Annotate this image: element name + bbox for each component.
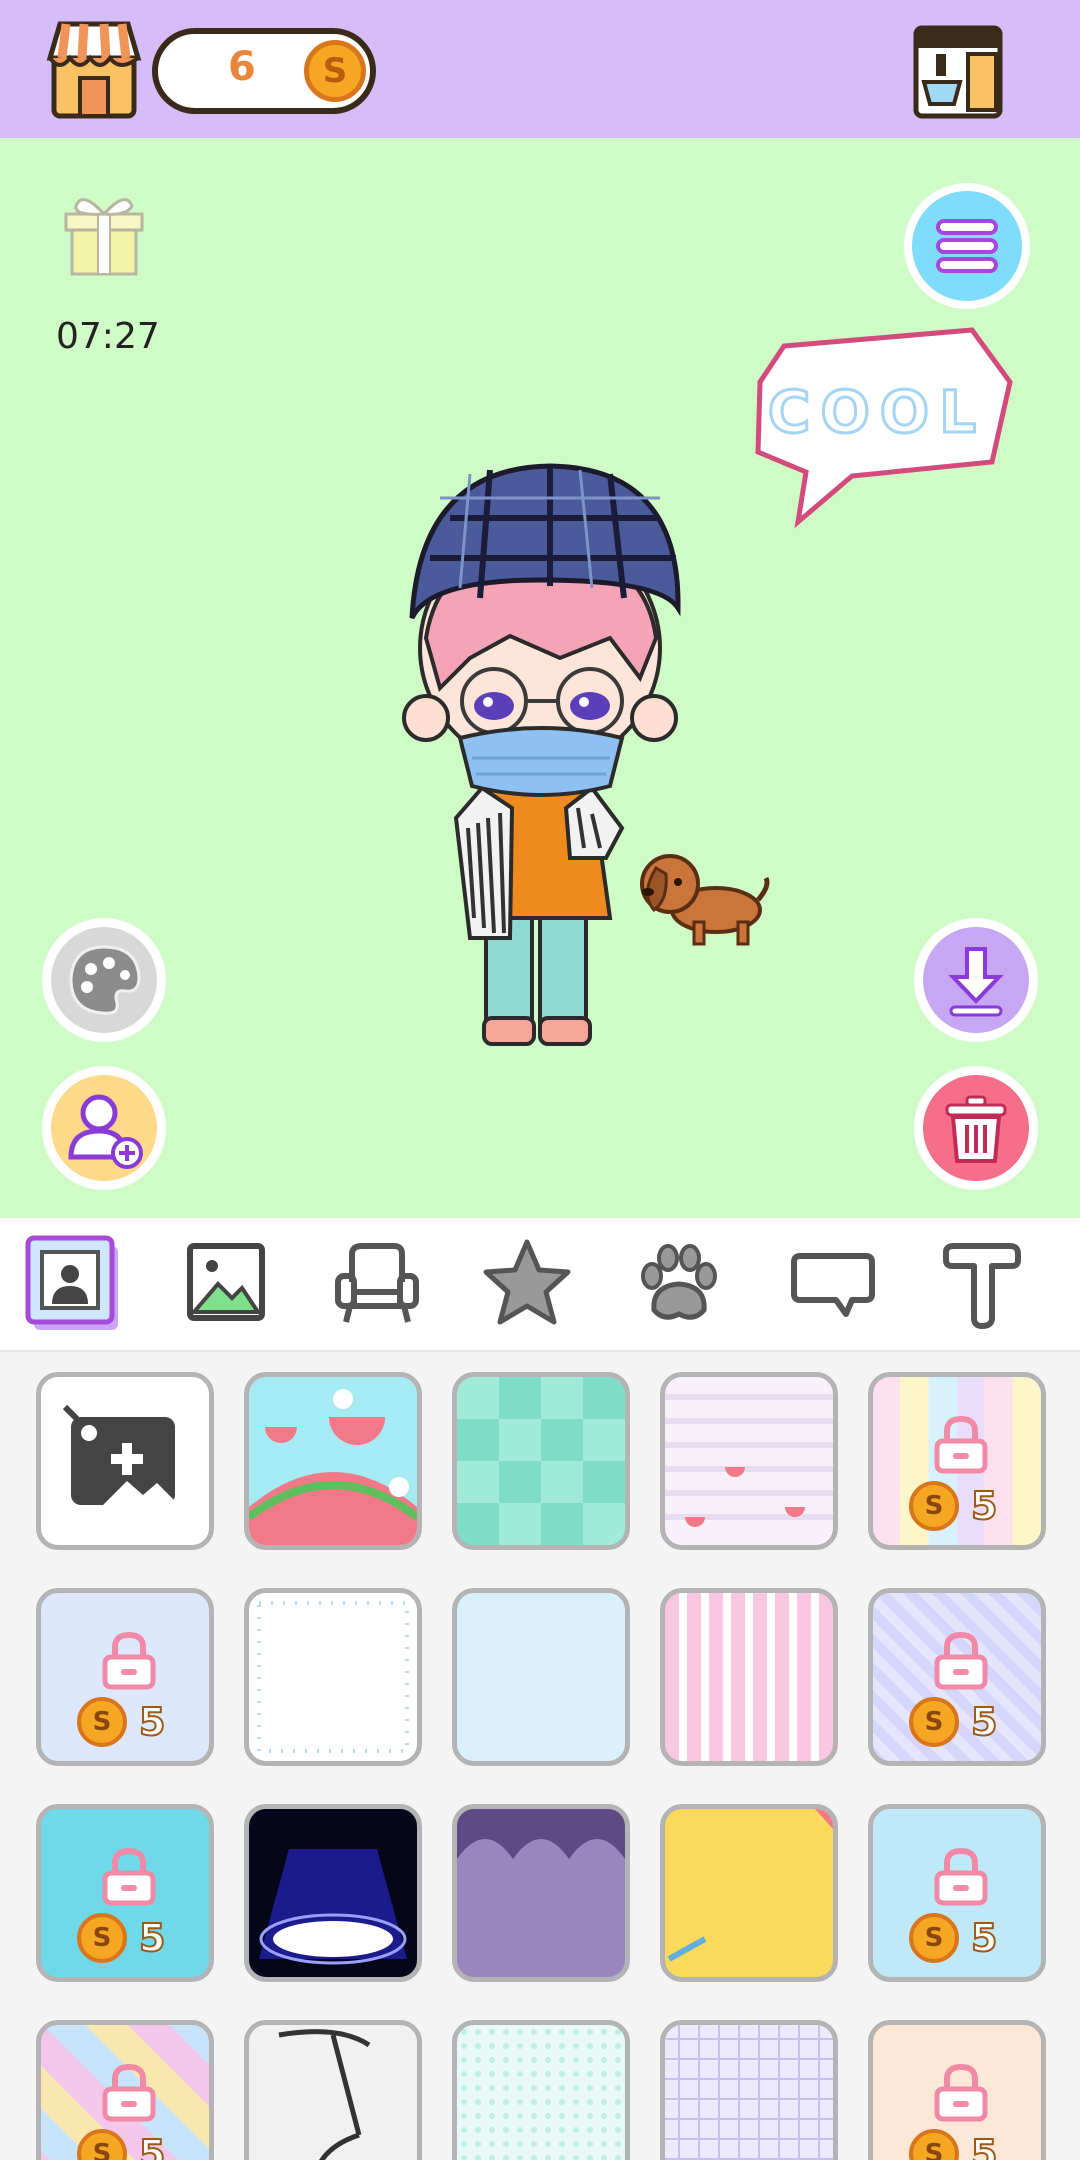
download-button[interactable] bbox=[914, 918, 1038, 1042]
lock-icon bbox=[934, 2063, 988, 2122]
star-icon bbox=[483, 1239, 571, 1325]
add-character-button[interactable] bbox=[42, 1066, 166, 1190]
color-palette-button[interactable] bbox=[42, 918, 166, 1042]
portrait-icon bbox=[25, 1235, 118, 1330]
price-tag: S5 bbox=[77, 1913, 187, 1967]
price-value: 5 bbox=[970, 2131, 998, 2160]
lock-icon bbox=[934, 1415, 988, 1474]
add-photo-tile[interactable] bbox=[36, 1372, 214, 1550]
background-tile[interactable] bbox=[660, 2020, 838, 2160]
lock-icon bbox=[934, 1631, 988, 1690]
armchair-icon bbox=[335, 1243, 419, 1323]
tab-stickers[interactable] bbox=[472, 1232, 582, 1336]
coin-icon: S bbox=[909, 1913, 959, 1963]
lock-icon bbox=[102, 2063, 156, 2122]
cool-speech-bubble[interactable]: COOL bbox=[752, 322, 1016, 542]
coin-icon: S bbox=[77, 1913, 127, 1963]
tab-speech[interactable] bbox=[776, 1232, 886, 1336]
coin-icon: S bbox=[77, 2129, 127, 2160]
price-tag: S5 bbox=[909, 1481, 1019, 1535]
background-tile[interactable] bbox=[244, 1588, 422, 1766]
menu-button[interactable] bbox=[904, 183, 1030, 309]
locked-background-tile[interactable]: S5 bbox=[868, 1588, 1046, 1766]
background-tile[interactable] bbox=[452, 2020, 630, 2160]
price-value: 5 bbox=[970, 1699, 998, 1745]
tab-backgrounds[interactable] bbox=[20, 1232, 130, 1336]
price-value: 5 bbox=[138, 2131, 166, 2160]
background-tile[interactable] bbox=[660, 1372, 838, 1550]
category-tab-bar bbox=[0, 1218, 1080, 1352]
speech-bubble-icon bbox=[791, 1253, 875, 1317]
tab-furniture[interactable] bbox=[322, 1232, 432, 1336]
add-user-icon bbox=[68, 1094, 143, 1169]
coin-icon: S bbox=[909, 1481, 959, 1531]
landscape-image-icon bbox=[187, 1243, 265, 1321]
locked-background-tile[interactable]: S5 bbox=[868, 2020, 1046, 2160]
background-tile[interactable] bbox=[452, 1804, 630, 1982]
coin-icon: S bbox=[304, 40, 366, 102]
price-value: 5 bbox=[138, 1915, 166, 1961]
price-tag: S5 bbox=[77, 2129, 187, 2160]
background-tile[interactable] bbox=[452, 1372, 630, 1550]
coin-count: 6 bbox=[228, 44, 256, 90]
tab-pets[interactable] bbox=[624, 1232, 734, 1336]
background-tile[interactable] bbox=[244, 1804, 422, 1982]
dog-pet-sticker[interactable] bbox=[634, 850, 770, 950]
price-tag: S5 bbox=[909, 2129, 1019, 2160]
lock-icon bbox=[102, 1631, 156, 1690]
hamburger-icon bbox=[936, 219, 998, 273]
lock-icon bbox=[102, 1847, 156, 1906]
bubble-text: COOL bbox=[768, 378, 986, 446]
price-tag: S5 bbox=[909, 1913, 1019, 1967]
locked-background-tile[interactable]: S5 bbox=[868, 1372, 1046, 1550]
download-icon bbox=[948, 947, 1004, 1017]
coin-icon: S bbox=[909, 1697, 959, 1747]
locked-background-tile[interactable]: S5 bbox=[36, 1804, 214, 1982]
background-tile[interactable] bbox=[660, 1804, 838, 1982]
price-tag: S5 bbox=[909, 1697, 1019, 1751]
gift-icon[interactable] bbox=[62, 188, 146, 278]
price-tag: S5 bbox=[77, 1697, 187, 1751]
trash-icon bbox=[945, 1095, 1007, 1163]
price-value: 5 bbox=[138, 1699, 166, 1745]
price-value: 5 bbox=[970, 1483, 998, 1529]
locked-background-tile[interactable]: S5 bbox=[36, 1588, 214, 1766]
tab-text[interactable] bbox=[926, 1232, 1036, 1336]
dress-up-stage[interactable]: 07:27 COOL bbox=[0, 138, 1080, 1218]
tab-scenes[interactable] bbox=[172, 1232, 282, 1336]
palette-icon bbox=[69, 945, 141, 1015]
locked-background-tile[interactable]: S5 bbox=[36, 2020, 214, 2160]
delete-button[interactable] bbox=[914, 1066, 1038, 1190]
background-grid: S5 S5 S5 S5 S 5 S 5 S 5 bbox=[0, 1352, 1080, 2160]
gift-timer: 07:27 bbox=[56, 316, 160, 357]
locked-background-tile[interactable]: S5 bbox=[868, 1804, 1046, 1982]
price-value: 5 bbox=[970, 1915, 998, 1961]
background-tile[interactable] bbox=[660, 1588, 838, 1766]
background-tile[interactable] bbox=[452, 1588, 630, 1766]
coin-icon: S bbox=[909, 2129, 959, 2160]
lock-icon bbox=[934, 1847, 988, 1906]
coin-icon: S bbox=[77, 1697, 127, 1747]
coin-balance: 6 S bbox=[152, 28, 376, 114]
vending-machine-icon[interactable] bbox=[910, 18, 1006, 120]
shop-icon[interactable] bbox=[46, 18, 142, 120]
background-tile[interactable] bbox=[244, 2020, 422, 2160]
add-image-icon bbox=[62, 1404, 181, 1507]
background-tile[interactable] bbox=[244, 1372, 422, 1550]
top-bar: 6 S bbox=[0, 0, 1080, 138]
text-t-icon bbox=[943, 1243, 1021, 1329]
character-avatar[interactable] bbox=[360, 318, 720, 1078]
paw-icon bbox=[641, 1244, 717, 1320]
